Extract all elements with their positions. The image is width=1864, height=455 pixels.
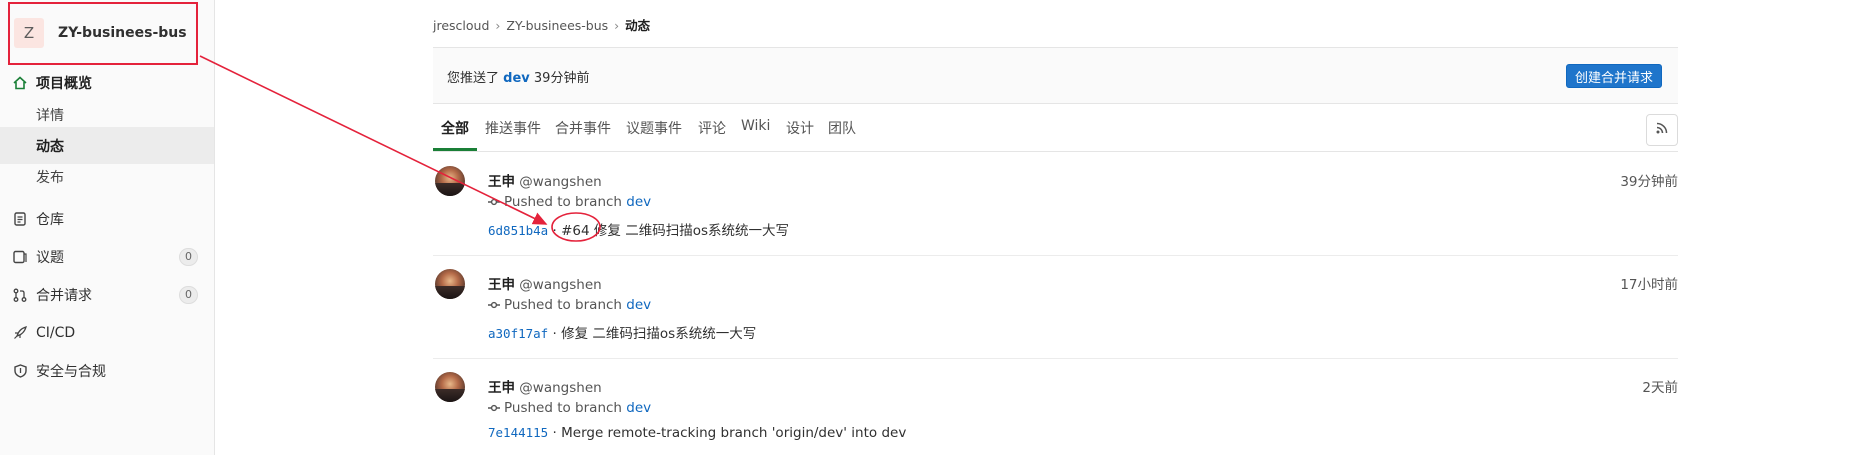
tab-wiki[interactable]: Wiki (741, 118, 770, 134)
event-author-handle[interactable]: @wangshen (519, 277, 601, 293)
event-author-line: 王申 @wangshen (488, 376, 602, 396)
commit-icon (488, 300, 500, 310)
sidebar-item-repository[interactable]: 仓库 (0, 200, 214, 237)
event-branch-link[interactable]: dev (626, 194, 651, 210)
sidebar-subitem-releases[interactable]: 发布 (0, 158, 214, 195)
sidebar-item-label: 安全与合规 (36, 363, 106, 380)
commit-message: 修复 二维码扫描os系统统一大写 (561, 326, 757, 342)
event-separator: · (552, 223, 557, 239)
chevron-right-icon: › (495, 18, 501, 33)
active-tab-indicator (433, 148, 477, 151)
rss-icon (1656, 122, 1668, 138)
activity-event: 王申 @wangshen 17小时前 Pushed to branch dev … (433, 255, 1678, 358)
event-time: 17小时前 (1620, 277, 1678, 293)
sidebar-item-merge-requests[interactable]: 合并请求 0 (0, 276, 214, 313)
document-icon (12, 211, 28, 227)
sidebar-item-label: 合并请求 (36, 287, 92, 304)
shield-icon (12, 363, 28, 379)
sidebar: Z ZY-businees-bus 项目概览 详情 动态 发布 仓库 议题 0 … (0, 0, 215, 455)
user-avatar[interactable] (435, 372, 465, 402)
event-author-line: 王申 @wangshen (488, 273, 602, 293)
event-time: 39分钟前 (1620, 174, 1678, 190)
sidebar-item-cicd[interactable]: CI/CD (0, 314, 214, 351)
event-action-line: Pushed to branch dev (488, 400, 651, 416)
event-commit-line: 7e144115 · Merge remote-tracking branch … (488, 425, 906, 441)
event-branch-link[interactable]: dev (626, 400, 651, 416)
commit-sha-link[interactable]: 7e144115 (488, 425, 548, 440)
user-avatar[interactable] (435, 166, 465, 196)
sidebar-item-issues[interactable]: 议题 0 (0, 238, 214, 275)
event-author-handle[interactable]: @wangshen (519, 380, 601, 396)
breadcrumb: jrescloud › ZY-businees-bus › 动态 (433, 15, 650, 34)
merge-requests-count-badge: 0 (179, 285, 198, 304)
event-author-line: 王申 @wangshen (488, 170, 602, 190)
chevron-right-icon: › (614, 18, 620, 33)
push-notice-time: 39分钟前 (533, 71, 590, 86)
event-author-name[interactable]: 王申 (488, 277, 515, 293)
event-action: Pushed to branch (504, 400, 622, 416)
commit-message: Merge remote-tracking branch 'origin/dev… (561, 425, 907, 441)
event-branch-link[interactable]: dev (626, 297, 651, 313)
create-merge-request-button[interactable]: 创建合并请求 (1565, 64, 1662, 88)
event-author-name[interactable]: 王申 (488, 380, 515, 396)
tab-all[interactable]: 全部 (441, 118, 469, 138)
event-commit-line: a30f17af · 修复 二维码扫描os系统统一大写 (488, 322, 756, 342)
commit-icon (488, 403, 500, 413)
event-action-line: Pushed to branch dev (488, 194, 651, 210)
event-time: 2天前 (1642, 380, 1678, 396)
sidebar-item-label: 仓库 (36, 211, 64, 228)
tab-push-events[interactable]: 推送事件 (485, 118, 541, 138)
event-commit-line: 6d851b4a · #64 修复 二维码扫描os系统统一大写 (488, 219, 789, 239)
commit-sha-link[interactable]: a30f17af (488, 326, 548, 341)
commit-issue-ref[interactable]: #64 (561, 223, 590, 239)
breadcrumb-item-current: 动态 (625, 18, 651, 33)
event-author-handle[interactable]: @wangshen (519, 174, 601, 190)
tab-comments[interactable]: 评论 (698, 118, 726, 138)
push-notice-branch-link[interactable]: dev (503, 71, 530, 86)
commit-icon (488, 197, 500, 207)
user-avatar[interactable] (435, 269, 465, 299)
event-action-line: Pushed to branch dev (488, 297, 651, 313)
recent-push-notice: 您推送了 dev 39分钟前 创建合并请求 (433, 48, 1678, 104)
activity-event: 王申 @wangshen 39分钟前 Pushed to branch dev … (433, 152, 1678, 255)
merge-request-icon (12, 287, 28, 303)
event-action: Pushed to branch (504, 194, 622, 210)
rocket-icon (12, 325, 28, 341)
event-separator: · (552, 326, 557, 342)
push-notice-text: 您推送了 dev 39分钟前 (447, 67, 589, 86)
event-author-name[interactable]: 王申 (488, 174, 515, 190)
sidebar-item-label: 项目概览 (36, 75, 92, 92)
sidebar-item-label: 议题 (36, 249, 64, 266)
commit-sha-link[interactable]: 6d851b4a (488, 223, 548, 238)
tab-merge-events[interactable]: 合并事件 (555, 118, 611, 138)
rss-feed-button[interactable] (1646, 114, 1678, 146)
event-action: Pushed to branch (504, 297, 622, 313)
sidebar-item-security[interactable]: 安全与合规 (0, 352, 214, 389)
issues-count-badge: 0 (179, 247, 198, 266)
activity-event: 王申 @wangshen 2天前 Pushed to branch dev 7e… (433, 358, 1678, 455)
commit-message: 修复 二维码扫描os系统统一大写 (593, 223, 789, 239)
home-icon (12, 75, 28, 91)
issues-icon (12, 249, 28, 265)
tab-team[interactable]: 团队 (828, 118, 856, 138)
annotation-highlight-box (8, 2, 198, 65)
tab-designs[interactable]: 设计 (786, 118, 814, 138)
sidebar-item-label: CI/CD (36, 324, 76, 341)
push-notice-prefix: 您推送了 (447, 71, 500, 86)
breadcrumb-item-project[interactable]: ZY-businees-bus (506, 18, 608, 33)
breadcrumb-item-group[interactable]: jrescloud (433, 18, 489, 33)
activity-tabs: 全部 推送事件 合并事件 议题事件 评论 Wiki 设计 团队 (433, 104, 1678, 152)
event-separator: · (552, 425, 557, 441)
tab-issue-events[interactable]: 议题事件 (626, 118, 682, 138)
